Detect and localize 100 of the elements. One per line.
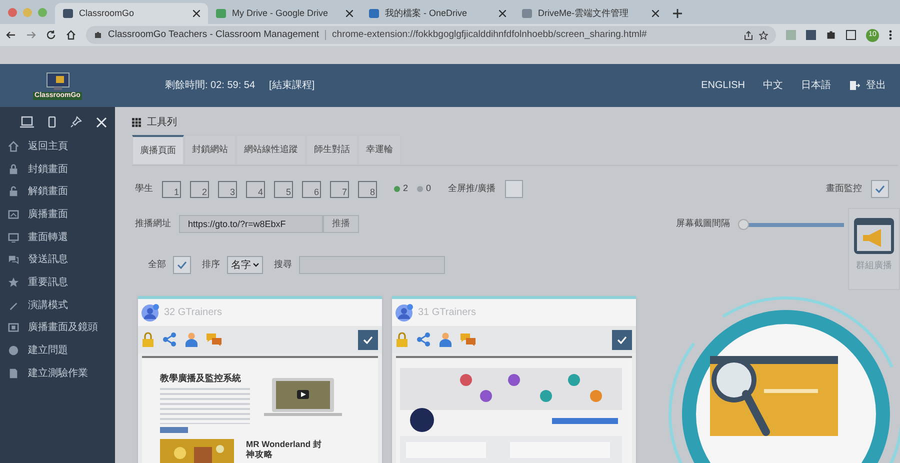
sidebar-item[interactable]: 畫面轉還 <box>28 230 68 245</box>
sidebar-item[interactable]: 解鎖畫面 <box>28 184 68 200</box>
layout-button[interactable]: 7 <box>330 180 349 198</box>
checkbox[interactable] <box>871 180 889 198</box>
share-icon[interactable] <box>416 332 431 347</box>
menu-icon[interactable] <box>889 30 892 40</box>
browser-tab[interactable]: 我的檔案 - OneDrive <box>361 3 514 24</box>
share-icon[interactable] <box>744 30 753 40</box>
sidebar-item[interactable]: 封鎖畫面 <box>28 162 68 177</box>
sidebar-item[interactable]: 演講模式 <box>28 298 68 313</box>
back-icon[interactable] <box>6 30 16 40</box>
logout-link[interactable]: 登出 <box>866 78 886 93</box>
url-text: chrome-extension://fokkbgoglgfjicalddihnfdfolnhoebb/screen_sharing.html# <box>332 28 648 42</box>
sidebar-item[interactable]: 重要訊息 <box>28 274 68 290</box>
pin-icon[interactable] <box>70 116 82 128</box>
puzzle-icon <box>94 31 102 39</box>
lock-icon <box>8 164 19 175</box>
sidebar-item[interactable]: 返回主頁 <box>28 138 68 154</box>
browser-tab[interactable]: My Drive - Google Drive <box>208 3 361 24</box>
new-tab-icon[interactable] <box>673 9 682 18</box>
tab-favicon-icon <box>522 9 532 18</box>
close-icon[interactable] <box>499 10 506 17</box>
logo-icon <box>46 72 70 92</box>
home-icon[interactable] <box>66 30 76 40</box>
tab-favicon-icon <box>216 9 226 18</box>
student-card[interactable]: 32 GTrainers 教學廣播及監控系統 MR Wonderland 封神攻略 <box>138 296 382 463</box>
laptop-icon[interactable] <box>20 116 34 128</box>
browser-tab[interactable]: ClassroomGo <box>55 3 208 24</box>
user-icon[interactable] <box>439 332 452 347</box>
logout-icon[interactable] <box>849 80 860 91</box>
close-icon[interactable] <box>346 10 353 17</box>
unlock-icon <box>8 186 19 198</box>
browser-tab[interactable]: DriveMe-雲端文件管理 <box>514 3 667 24</box>
chat-icon[interactable] <box>460 333 476 346</box>
checkbox[interactable] <box>173 256 191 274</box>
sidebar-item[interactable]: 建立測驗作業 <box>28 366 88 381</box>
address-bar[interactable]: ClassroomGo Teachers - Classroom Management chrome-extension://fokkbgoglgfjicalddihnfdfolnhoebb/screen_sharing.html# <box>86 26 776 44</box>
reload-icon[interactable] <box>46 30 56 40</box>
layout-button[interactable]: 6 <box>302 180 321 198</box>
all-label: 全部 <box>148 258 166 272</box>
tab-title: 我的檔案 - OneDrive <box>385 6 468 20</box>
search-field[interactable] <box>299 256 445 274</box>
lock-icon[interactable] <box>142 332 154 347</box>
select-checkbox[interactable] <box>612 330 632 350</box>
layout-button[interactable]: 4 <box>246 180 265 198</box>
button-shape-icon <box>160 426 188 432</box>
megaphone-icon[interactable] <box>853 217 895 255</box>
sort-select[interactable]: 名字 <box>227 256 263 274</box>
puzzle-icon[interactable] <box>826 30 836 40</box>
phone-icon[interactable] <box>48 116 56 128</box>
tab-title: My Drive - Google Drive <box>232 6 330 20</box>
close-icon[interactable] <box>193 10 200 17</box>
layout-button[interactable]: 3 <box>218 180 237 198</box>
close-icon[interactable] <box>652 10 659 17</box>
forward-icon[interactable] <box>26 30 36 40</box>
language-link[interactable]: 中文 <box>763 78 783 93</box>
monitor-label: 畫面監控 <box>826 182 862 196</box>
chat-icon[interactable] <box>206 333 222 346</box>
user-icon[interactable] <box>185 332 198 347</box>
select-checkbox[interactable] <box>358 330 378 350</box>
caret-icon <box>253 263 259 267</box>
sidebar-item[interactable]: 發送訊息 <box>28 252 68 268</box>
sidebar-item[interactable]: 廣播畫面及鏡頭 <box>28 320 98 336</box>
language-link[interactable]: 日本語 <box>801 78 831 93</box>
check-icon <box>875 185 885 193</box>
push-button[interactable]: 推播 <box>323 215 359 233</box>
offline-count: 0 <box>426 182 432 196</box>
star-icon <box>8 276 19 288</box>
checkbox[interactable] <box>504 180 523 198</box>
toolbar-title: 工具列 <box>147 116 177 130</box>
end-class-link[interactable]: [結束課程] <box>269 78 315 93</box>
preview-headline: 教學廣播及監控系統 <box>160 372 242 385</box>
push-url-label: 推播網址 <box>135 217 171 230</box>
sidebar-item[interactable]: 廣播畫面 <box>28 206 68 222</box>
user-avatar-icon <box>141 303 160 322</box>
check-icon <box>617 336 627 344</box>
toolbar-tab[interactable]: 廣播頁面 <box>132 135 184 165</box>
layout-button[interactable]: 2 <box>190 180 209 198</box>
layout-button[interactable]: 8 <box>358 180 377 198</box>
tab-favicon-icon <box>63 9 73 18</box>
online-count: 2 <box>403 182 408 196</box>
layout-button[interactable]: 5 <box>274 180 293 198</box>
check-icon <box>177 261 187 269</box>
interval-slider[interactable] <box>738 218 844 230</box>
slider-thumb[interactable] <box>738 218 749 230</box>
student-name: 31 GTrainers <box>418 306 476 320</box>
share-icon[interactable] <box>162 332 177 347</box>
lock-icon[interactable] <box>396 332 408 347</box>
tab-title: ClassroomGo <box>79 6 136 20</box>
layout-button[interactable]: 1 <box>162 180 181 198</box>
language-link[interactable]: ENGLISH <box>701 78 745 93</box>
check-icon <box>363 336 373 344</box>
push-url-field[interactable]: https://gto.to/?r=w8EbxF <box>179 215 323 233</box>
student-name: 32 GTrainers <box>164 306 222 320</box>
fullscreen-label: 全屏推/廣播 <box>448 182 496 196</box>
sort-label: 排序 <box>202 258 220 272</box>
star-icon[interactable] <box>759 30 768 40</box>
camera-icon <box>8 322 19 334</box>
sidebar-item[interactable]: 建立問題 <box>28 343 68 358</box>
sidebar-toggle-icon[interactable] <box>846 30 856 40</box>
